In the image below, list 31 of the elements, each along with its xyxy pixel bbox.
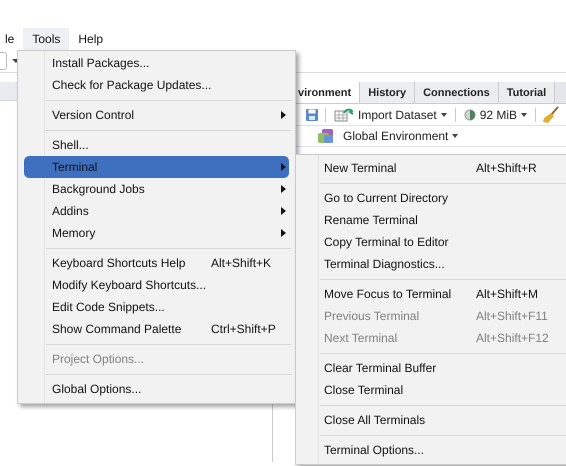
import-dataset-button[interactable]: Import Dataset xyxy=(332,108,449,122)
menu-item[interactable]: New Terminal Alt+Shift+R xyxy=(302,157,565,179)
menu-item[interactable]: Install Packages... xyxy=(24,52,289,74)
menu-item[interactable]: Keyboard Shortcuts Help Alt+Shift+K xyxy=(24,252,289,274)
environment-dropdown[interactable]: Global Environment xyxy=(341,129,460,143)
pane-tab[interactable]: Tutorial xyxy=(498,82,556,103)
menu-item[interactable]: Terminal Options... xyxy=(302,439,565,461)
menu-item[interactable]: Edit Code Snippets... xyxy=(24,296,289,318)
menu-item[interactable]: Addins xyxy=(24,200,289,222)
menu-item[interactable]: Terminal Diagnostics... xyxy=(302,253,565,275)
menu-bar-item[interactable]: Tools xyxy=(23,28,70,50)
menu-item[interactable]: Background Jobs xyxy=(24,178,289,200)
menu-item[interactable]: Show Command Palette Ctrl+Shift+P xyxy=(24,318,289,340)
menu-item[interactable]: Go to Current Directory xyxy=(302,187,565,209)
menu-item[interactable]: Global Options... xyxy=(24,378,289,400)
menu-bar-item[interactable]: le xyxy=(0,28,24,50)
menu-item[interactable]: Memory xyxy=(24,222,289,244)
menu-item[interactable]: Version Control xyxy=(24,104,289,126)
memory-usage-button[interactable]: 92 MiB xyxy=(462,108,530,122)
menu-item[interactable]: Terminal xyxy=(24,156,289,178)
menu-bar-item[interactable]: Help xyxy=(69,28,112,50)
menu-item[interactable]: Shell... xyxy=(24,134,289,156)
menu-item[interactable]: Modify Keyboard Shortcuts... xyxy=(24,274,289,296)
menu-item[interactable]: Close All Terminals xyxy=(302,409,565,431)
menu-item[interactable]: Clear Terminal Buffer xyxy=(302,357,565,379)
menu-item[interactable]: Move Focus to Terminal Alt+Shift+M xyxy=(302,283,565,305)
menu-item[interactable]: Close Terminal xyxy=(302,379,565,401)
pane-tab[interactable]: History xyxy=(360,82,416,103)
menu-item[interactable]: Copy Terminal to Editor xyxy=(302,231,565,253)
pane-tab[interactable]: Connections xyxy=(415,82,499,103)
menu-item[interactable]: Rename Terminal xyxy=(302,209,565,231)
